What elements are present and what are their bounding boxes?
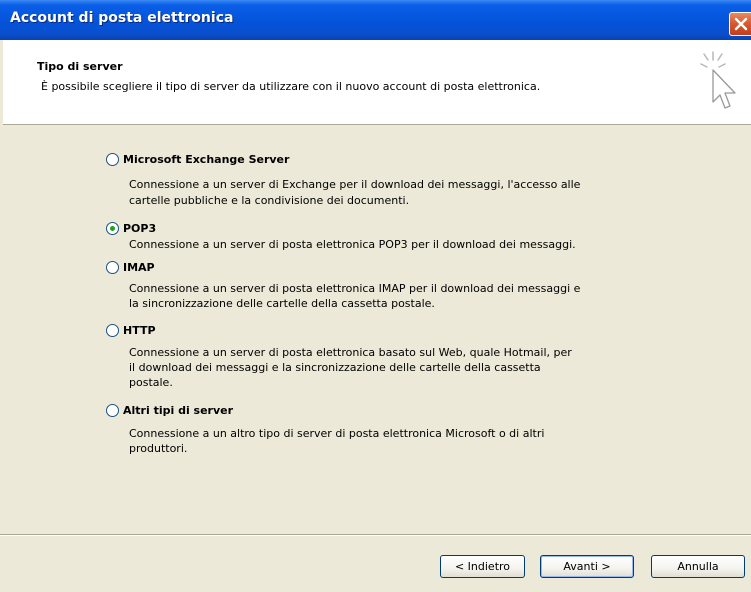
option-http-desc-1: Connessione a un server di posta elettro… [129,346,572,359]
option-imap-desc-1: Connessione a un server di posta elettro… [129,282,581,295]
option-imap-label: IMAP [123,260,155,274]
wizard-header: Tipo di server È possibile scegliere il … [3,40,751,125]
option-exchange-desc-1: Connessione a un server di Exchange per … [129,178,581,191]
back-button[interactable]: < Indietro [440,555,525,578]
title-bar[interactable]: Account di posta elettronica [0,0,751,40]
radio-imap[interactable] [106,260,119,274]
option-exchange-desc-2: cartelle pubbliche e la condivisione dei… [129,194,410,207]
cancel-button[interactable]: Annulla [651,555,745,578]
option-other-desc-1: Connessione a un altro tipo di server di… [129,427,545,440]
radio-http[interactable] [106,323,119,337]
option-other-label: Altri tipi di server [123,403,234,417]
page-description: È possibile scegliere il tipo di server … [41,80,541,93]
close-button[interactable] [729,12,751,36]
option-imap-desc-2: la sincronizzazione delle cartelle della… [129,297,435,310]
option-http-desc-3: postale. [129,376,173,389]
option-other[interactable]: Altri tipi di server [106,400,233,420]
dialog-window: Account di posta elettronica Tipo di ser… [0,0,751,592]
next-button[interactable]: Avanti > [540,555,634,578]
option-http[interactable]: HTTP [106,320,156,340]
option-exchange[interactable]: Microsoft Exchange Server [106,149,289,169]
option-imap[interactable]: IMAP [106,257,155,277]
option-pop3[interactable]: POP3 [106,218,156,238]
radio-exchange[interactable] [106,152,119,166]
close-icon [734,17,748,31]
option-http-desc-2: il download dei messaggi e la sincronizz… [129,361,541,374]
footer-divider [0,534,751,536]
option-pop3-desc-1: Connessione a un server di posta elettro… [129,238,576,251]
window-title: Account di posta elettronica [10,10,234,26]
option-other-desc-2: produttori. [129,442,188,455]
radio-pop3[interactable] [106,221,119,235]
option-pop3-label: POP3 [123,221,157,235]
option-exchange-label: Microsoft Exchange Server [123,152,290,166]
option-http-label: HTTP [123,323,156,337]
wizard-cursor-icon [700,51,736,109]
radio-other[interactable] [106,403,119,417]
page-title: Tipo di server [37,60,123,73]
